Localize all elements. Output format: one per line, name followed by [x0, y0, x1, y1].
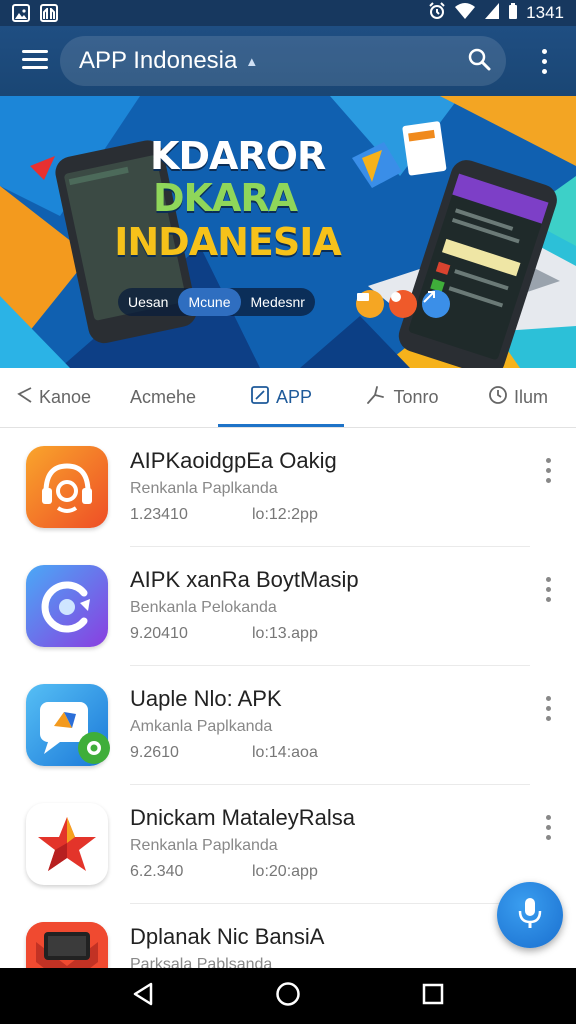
wifi-icon: [454, 2, 476, 25]
app-developer: Benkanla Pelokanda: [130, 599, 277, 616]
alarm-icon: [428, 1, 446, 25]
overflow-menu-button[interactable]: [526, 26, 562, 96]
search-button[interactable]: [464, 46, 494, 76]
tab-acmehe[interactable]: Acmehe: [108, 368, 218, 427]
more-vert-icon: [545, 576, 551, 602]
item-more-button[interactable]: [538, 569, 558, 609]
hamburger-menu-icon: [22, 49, 48, 74]
more-vert-icon: [545, 457, 551, 483]
banner-chip-blue-icon[interactable]: [422, 290, 450, 318]
banner-chip-orange-icon[interactable]: [356, 290, 384, 318]
banner-headline-2: DKARA: [152, 176, 298, 220]
list-item[interactable]: AIPK xanRa BoytMasip Benkanla Pelokanda …: [0, 547, 576, 666]
app-developer: Renkanla Paplkanda: [130, 480, 278, 497]
app-icon: [250, 385, 270, 410]
recents-button[interactable]: [413, 976, 453, 1016]
system-nav-bar: [0, 968, 576, 1024]
back-button[interactable]: [123, 976, 163, 1016]
app-list: AIPKaoidgpEa Oakig Renkanla Paplkanda 1.…: [0, 428, 576, 968]
list-item[interactable]: Dnickam MataleyRalsa Renkanla Paplkanda …: [0, 785, 576, 904]
more-vert-icon: [541, 48, 547, 74]
banner-pill[interactable]: Uesan: [118, 288, 178, 316]
tab-ilum[interactable]: Ilum: [460, 368, 576, 427]
more-vert-icon: [545, 695, 551, 721]
star-icon: [26, 803, 108, 885]
search-icon: [467, 47, 491, 76]
app-developer: Parksala Pablsanda: [130, 956, 273, 968]
image-notification-icon: [12, 4, 30, 22]
app-developer: Amkanla Paplkanda: [130, 718, 273, 735]
banner-headline-3: INDANESIA: [114, 220, 342, 264]
item-more-button[interactable]: [538, 807, 558, 847]
more-vert-icon: [545, 814, 551, 840]
app-name: Dplanak Nic BansiA: [130, 924, 325, 949]
banner-chip-red-icon[interactable]: [389, 290, 417, 318]
banner-pill[interactable]: Mcune: [178, 288, 241, 316]
app-size: 1.23410: [130, 506, 188, 523]
battery-icon: [508, 2, 518, 25]
app-size: 9.2610: [130, 744, 179, 761]
app-developer: Renkanla Paplkanda: [130, 837, 278, 854]
search-bar[interactable]: APP Indonesia ▲: [60, 36, 506, 86]
tools-icon: [365, 385, 387, 410]
chat-icon: [26, 684, 110, 766]
camera-c-icon: [26, 565, 108, 647]
voice-search-button[interactable]: [497, 882, 563, 948]
app-name: AIPK xanRa BoytMasip: [130, 567, 359, 592]
clock-icon: [488, 385, 508, 410]
store-notification-icon: [40, 4, 58, 22]
app-size: 9.20410: [130, 625, 188, 642]
app-bar: APP Indonesia ▲: [0, 26, 576, 96]
list-item[interactable]: AIPKaoidgpEa Oakig Renkanla Paplkanda 1.…: [0, 428, 576, 547]
tab-label: Tonro: [393, 387, 439, 407]
list-item[interactable]: Uaple Nlo: APK Amkanla Paplkanda 9.2610 …: [0, 666, 576, 785]
banner-pill[interactable]: Medesnr: [241, 288, 315, 316]
status-bar: 1341: [0, 0, 576, 26]
tab-label: Acmehe: [129, 387, 197, 407]
app-title: APP Indonesia: [79, 47, 238, 74]
signal-icon: [484, 2, 500, 25]
tab-label: Kanoe: [38, 387, 92, 407]
app-date: lo:13.app: [252, 625, 318, 642]
item-more-button[interactable]: [538, 450, 558, 490]
dropdown-caret-icon[interactable]: ▲: [245, 54, 258, 69]
app-name: Uaple Nlo: APK: [130, 686, 282, 711]
plane-icon: [17, 386, 33, 409]
microphone-icon: [517, 896, 543, 935]
app-name: Dnickam MataleyRalsa: [130, 805, 355, 830]
status-time: 1341: [526, 3, 564, 22]
tab-label: Ilum: [513, 387, 548, 407]
gmail-icon: [26, 922, 108, 968]
recents-square-icon: [422, 983, 444, 1010]
tab-tonro[interactable]: Tonro: [344, 368, 460, 427]
category-tabs: Kanoe Acmehe APP Tonro Ilum: [0, 368, 576, 428]
headset-icon: [26, 446, 108, 528]
promo-banner[interactable]: KDAROR DKARA INDANESIA Uesan Mcune Medes…: [0, 96, 576, 368]
tab-kanoe[interactable]: Kanoe: [0, 368, 108, 427]
item-more-button[interactable]: [538, 688, 558, 728]
app-date: lo:12:2pp: [252, 506, 318, 523]
app-date: lo:14:aoa: [252, 744, 318, 761]
home-circle-icon: [275, 981, 301, 1012]
banner-headline-1: KDAROR: [150, 134, 326, 178]
banner-pill-row: Uesan Mcune Medesnr: [118, 288, 315, 316]
app-name: AIPKaoidgpEa Oakig: [130, 448, 337, 473]
home-button[interactable]: [268, 976, 308, 1016]
list-item[interactable]: Dplanak Nic BansiA Parksala Pablsanda: [0, 904, 576, 968]
back-triangle-icon: [132, 982, 154, 1011]
tab-app[interactable]: APP: [218, 368, 344, 427]
app-size: 6.2.340: [130, 863, 184, 880]
tab-label: APP: [275, 387, 313, 407]
app-date: lo:20:app: [252, 863, 318, 880]
